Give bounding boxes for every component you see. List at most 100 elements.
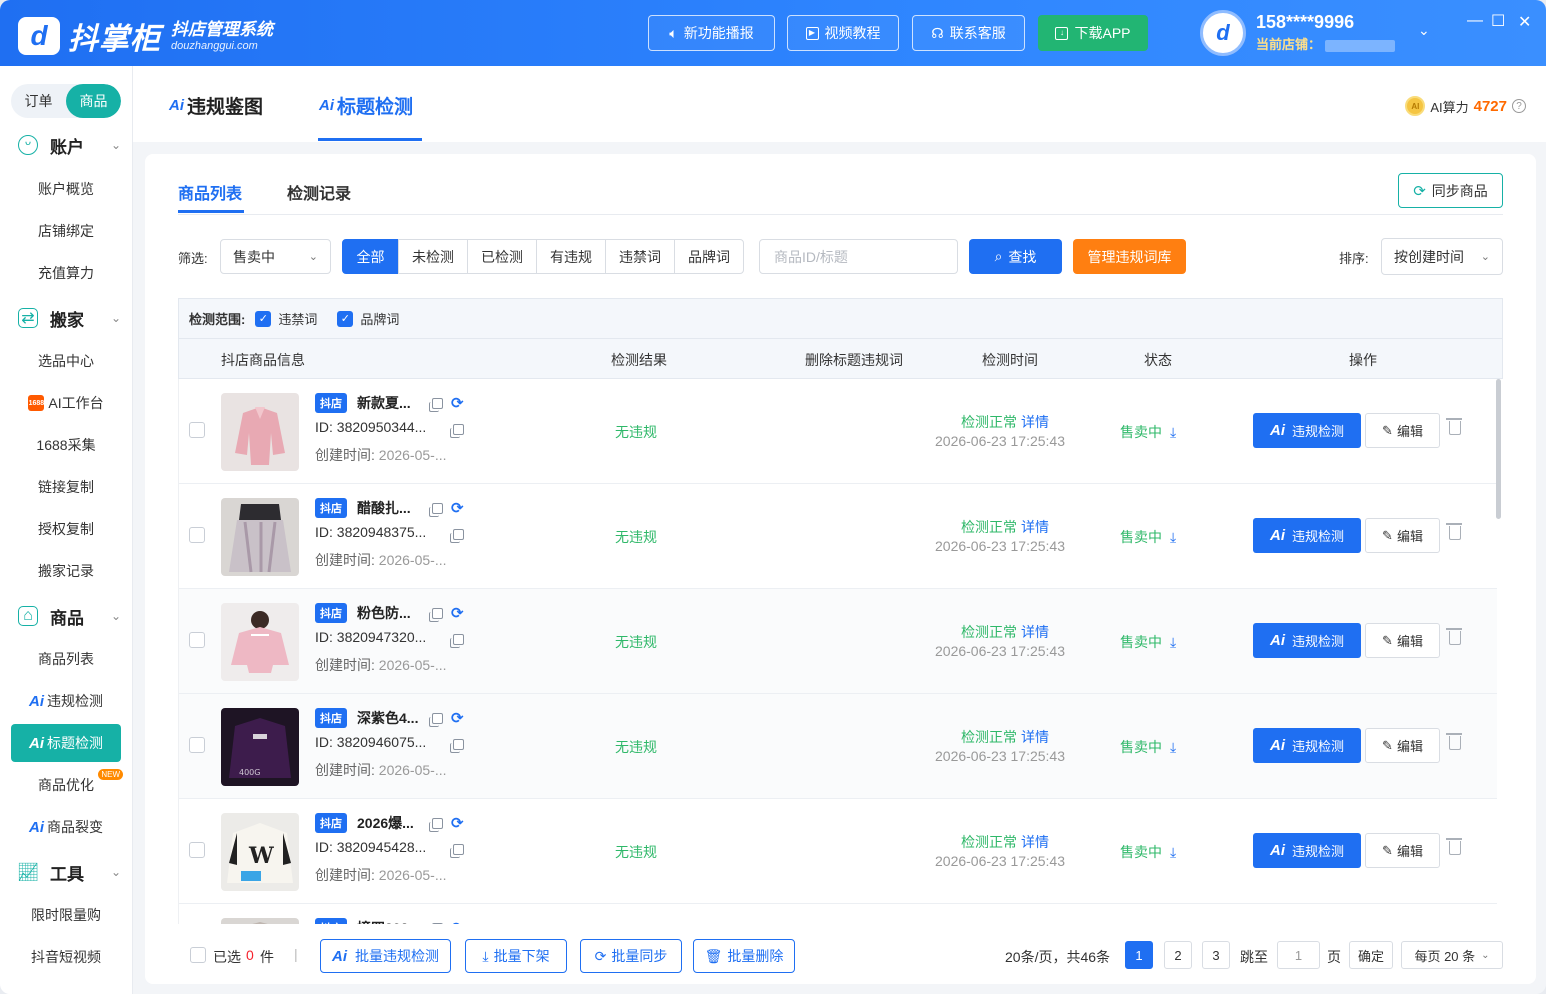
row-checkbox[interactable] [189, 527, 205, 543]
jump-confirm-button[interactable]: 确定 [1349, 941, 1393, 969]
refresh-icon[interactable]: ⟳ [451, 919, 464, 924]
refresh-icon[interactable]: ⟳ [451, 499, 464, 517]
page-1[interactable]: 1 [1125, 941, 1153, 969]
delist-download-icon[interactable]: ⤓ [1170, 634, 1176, 650]
product-thumbnail[interactable] [221, 393, 299, 471]
filter-has-violation[interactable]: 有违规 [536, 239, 606, 274]
refresh-icon[interactable]: ⟳ [451, 814, 464, 832]
sidebar-item-link-copy[interactable]: 链接复制 [11, 468, 121, 506]
violation-check-button[interactable]: Ai 违规检测 [1253, 833, 1361, 868]
sidebar-item-auth-copy[interactable]: 授权复制 [11, 510, 121, 548]
per-page-select[interactable]: 每页 20 条 ⌄ [1401, 941, 1503, 969]
sidebar-item-shop-binding[interactable]: 店铺绑定 [11, 212, 121, 250]
edit-button[interactable]: ✎ 编辑 [1365, 728, 1440, 763]
sidebar-item-goods-fission[interactable]: Ai 商品裂变 [11, 808, 121, 846]
download-app-button[interactable]: ↓ 下载APP [1038, 15, 1148, 51]
delist-download-icon[interactable]: ⤓ [1170, 739, 1176, 755]
filter-brand-words[interactable]: 品牌词 [674, 239, 744, 274]
trash-icon[interactable] [1446, 838, 1462, 855]
edit-button[interactable]: ✎ 编辑 [1365, 518, 1440, 553]
detail-link[interactable]: 详情 [1021, 729, 1049, 745]
copy-icon[interactable] [450, 424, 464, 438]
filter-checked[interactable]: 已检测 [467, 239, 537, 274]
copy-icon[interactable] [450, 634, 464, 648]
trash-icon[interactable] [1446, 418, 1462, 435]
violation-check-button[interactable]: Ai 违规检测 [1253, 518, 1361, 553]
sidebar-item-title-check[interactable]: Ai 标题检测 [11, 724, 121, 762]
page-2[interactable]: 2 [1164, 941, 1192, 969]
copy-icon[interactable] [429, 818, 443, 832]
row-checkbox[interactable] [189, 632, 205, 648]
sidebar-item-selection-center[interactable]: 选品中心 [11, 342, 121, 380]
bulk-sync-button[interactable]: ⟳ 批量同步 [580, 939, 682, 973]
violation-check-button[interactable]: Ai 违规检测 [1253, 413, 1361, 448]
violation-check-button[interactable]: Ai 违规检测 [1253, 728, 1361, 763]
delist-download-icon[interactable]: ⤓ [1170, 424, 1176, 440]
close-icon[interactable]: ✕ [1518, 12, 1531, 32]
checkbox-checked-icon[interactable]: ✓ [337, 310, 354, 327]
page-3[interactable]: 3 [1202, 941, 1230, 969]
sidebar-item-1688-collect[interactable]: 1688采集 [11, 426, 121, 464]
row-checkbox[interactable] [189, 422, 205, 438]
edit-button[interactable]: ✎ 编辑 [1365, 623, 1440, 658]
table-scrollbar[interactable] [1496, 379, 1501, 519]
copy-icon[interactable] [429, 713, 443, 727]
sidebar-group-tools[interactable]: 📈︎ 工具 ⌄ [0, 854, 133, 890]
filter-all[interactable]: 全部 [342, 239, 399, 274]
scope-brand-words[interactable]: ✓ 品牌词 [337, 309, 399, 328]
video-tutorial-button[interactable]: ▶ 视频教程 [787, 15, 899, 51]
sidebar-item-ai-workbench[interactable]: 1688 AI工作台 [11, 384, 121, 422]
search-input[interactable] [759, 239, 958, 274]
tab-image-violation[interactable]: Ai 违规鉴图 [169, 92, 263, 119]
product-title[interactable]: 新款夏... [357, 393, 411, 413]
sidebar-item-flash-sale[interactable]: 限时限量购 [11, 896, 121, 934]
product-thumbnail[interactable]: W [221, 813, 299, 891]
delist-download-icon[interactable]: ⤓ [1170, 529, 1176, 545]
minimize-icon[interactable]: — [1467, 12, 1483, 30]
edit-button[interactable]: ✎ 编辑 [1365, 833, 1440, 868]
filter-unchecked[interactable]: 未检测 [398, 239, 468, 274]
product-title[interactable]: 深紫色4... [357, 708, 418, 728]
refresh-icon[interactable]: ⟳ [451, 394, 464, 412]
product-thumbnail[interactable] [221, 498, 299, 576]
tab-check-records[interactable]: 检测记录 [287, 180, 351, 204]
product-thumbnail[interactable] [221, 603, 299, 681]
segment-goods[interactable]: 商品 [66, 84, 121, 118]
edit-button[interactable]: ✎ 编辑 [1365, 413, 1440, 448]
sidebar-item-goods-optimize[interactable]: 商品优化 NEW [11, 766, 123, 804]
sidebar-item-douyin-video[interactable]: 抖音短视频 [11, 938, 121, 976]
sidebar-item-account-overview[interactable]: 账户概览 [11, 170, 121, 208]
delist-download-icon[interactable]: ⤓ [1170, 844, 1176, 860]
sidebar-group-move[interactable]: ⇄ 搬家 ⌄ [0, 300, 133, 336]
product-thumbnail[interactable]: 400G [221, 708, 299, 786]
refresh-icon[interactable]: ⟳ [451, 709, 464, 727]
tab-goods-list[interactable]: 商品列表 [178, 180, 242, 204]
copy-icon[interactable] [429, 608, 443, 622]
copy-icon[interactable] [429, 398, 443, 412]
bulk-delist-button[interactable]: ⤓ 批量下架 [465, 939, 567, 973]
manage-wordlist-button[interactable]: 管理违规词库 [1073, 239, 1186, 274]
sidebar-item-violation-check[interactable]: Ai 违规检测 [11, 682, 121, 720]
detail-link[interactable]: 详情 [1021, 519, 1049, 535]
user-menu-chevron-icon[interactable]: ⌄ [1418, 22, 1430, 39]
refresh-icon[interactable]: ⟳ [451, 604, 464, 622]
segment-orders[interactable]: 订单 [11, 84, 66, 118]
copy-icon[interactable] [450, 739, 464, 753]
sidebar-group-account[interactable]: ᵕ 账户 ⌄ [0, 127, 133, 163]
status-select[interactable]: 售卖中 ⌄ [220, 239, 331, 274]
copy-icon[interactable] [450, 529, 464, 543]
find-button[interactable]: ⌕ 查找 [969, 239, 1062, 274]
product-title[interactable]: 2026爆... [357, 813, 414, 833]
filter-banned-words[interactable]: 违禁词 [605, 239, 675, 274]
trash-icon[interactable] [1446, 628, 1462, 645]
sidebar-group-goods[interactable]: ⌂ 商品 ⌄ [0, 598, 133, 634]
sidebar-item-goods-list[interactable]: 商品列表 [11, 640, 121, 678]
tab-title-check[interactable]: Ai 标题检测 [319, 92, 413, 119]
select-all-checkbox[interactable] [190, 947, 206, 963]
sidebar-item-recharge[interactable]: 充值算力 [11, 254, 121, 292]
copy-icon[interactable] [429, 503, 443, 517]
avatar[interactable]: d [1200, 10, 1246, 56]
jump-page-input[interactable]: 1 [1277, 941, 1320, 969]
row-checkbox[interactable] [189, 737, 205, 753]
feature-news-button[interactable]: 🔈︎ 新功能播报 [648, 15, 775, 51]
